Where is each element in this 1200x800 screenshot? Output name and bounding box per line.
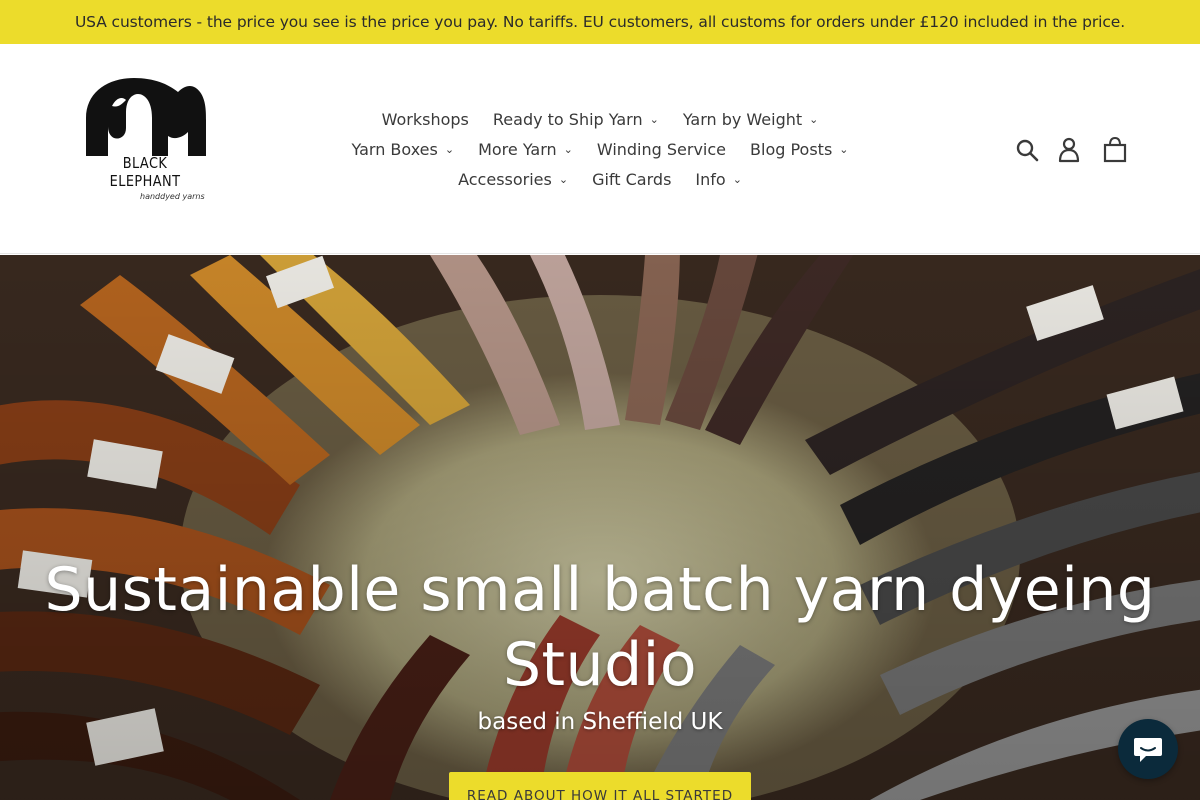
chevron-down-icon: ⌄ xyxy=(444,143,455,156)
header-icons xyxy=(1014,136,1128,164)
nav-item-gift-cards[interactable]: Gift Cards xyxy=(580,170,683,189)
elephant-logo-icon xyxy=(86,78,206,156)
nav-row-3: Accessories ⌄ Gift Cards Info ⌄ xyxy=(340,164,860,194)
nav-item-accessories[interactable]: Accessories ⌄ xyxy=(446,170,580,189)
nav-item-label: Ready to Ship Yarn xyxy=(492,109,643,129)
nav-item-yarn-by-weight[interactable]: Yarn by Weight ⌄ xyxy=(671,110,831,129)
nav-item-ready-to-ship-yarn[interactable]: Ready to Ship Yarn ⌄ xyxy=(481,110,671,129)
nav-item-label: Winding Service xyxy=(596,139,727,159)
main-navigation: Workshops Ready to Ship Yarn ⌄ Yarn by W… xyxy=(340,104,860,194)
nav-item-label: Gift Cards xyxy=(592,169,672,189)
chevron-down-icon: ⌄ xyxy=(563,143,573,156)
site-logo[interactable]: BLACK ELEPHANT handdyed yarns xyxy=(82,78,208,204)
nav-item-label: Blog Posts xyxy=(750,139,833,159)
nav-item-more-yarn[interactable]: More Yarn ⌄ xyxy=(466,140,585,159)
chevron-down-icon: ⌄ xyxy=(839,143,849,156)
logo-tagline: handdyed yarns xyxy=(140,192,205,201)
account-icon[interactable] xyxy=(1056,136,1082,164)
chat-icon xyxy=(1134,738,1162,762)
announcement-text: USA customers - the price you see is the… xyxy=(74,13,1126,31)
cart-icon[interactable] xyxy=(1102,136,1128,164)
chevron-down-icon: ⌄ xyxy=(558,173,569,186)
nav-item-label: Info xyxy=(695,169,726,189)
nav-item-workshops[interactable]: Workshops xyxy=(370,110,481,129)
hero-title: Sustainable small batch yarn dyeing Stud… xyxy=(40,553,1160,703)
nav-row-2: Yarn Boxes ⌄ More Yarn ⌄ Winding Service… xyxy=(340,134,860,164)
search-icon[interactable] xyxy=(1014,136,1040,164)
hero-banner: Sustainable small batch yarn dyeing Stud… xyxy=(0,255,1200,800)
chevron-down-icon: ⌄ xyxy=(649,113,659,126)
nav-item-label: Yarn Boxes xyxy=(351,139,438,159)
logo-wordmark: BLACK ELEPHANT xyxy=(109,154,181,190)
nav-item-winding-service[interactable]: Winding Service xyxy=(585,140,738,159)
nav-row-1: Workshops Ready to Ship Yarn ⌄ Yarn by W… xyxy=(340,104,860,134)
site-header: BLACK ELEPHANT handdyed yarns Workshops … xyxy=(0,44,1200,254)
nav-item-label: More Yarn xyxy=(478,139,557,159)
hero-subtitle: based in Sheffield UK xyxy=(477,709,723,735)
nav-item-yarn-boxes[interactable]: Yarn Boxes ⌄ xyxy=(340,140,467,159)
read-story-button[interactable]: READ ABOUT HOW IT ALL STARTED xyxy=(449,772,751,800)
chevron-down-icon: ⌄ xyxy=(732,173,742,186)
nav-item-label: Accessories xyxy=(458,169,552,189)
nav-item-blog-posts[interactable]: Blog Posts ⌄ xyxy=(738,140,860,159)
nav-item-info[interactable]: Info ⌄ xyxy=(683,170,754,189)
chat-widget-button[interactable] xyxy=(1118,719,1178,779)
nav-item-label: Workshops xyxy=(381,109,469,129)
chevron-down-icon: ⌄ xyxy=(809,113,819,126)
hero-title-line-2: Studio xyxy=(502,630,698,700)
nav-item-label: Yarn by Weight xyxy=(682,109,803,129)
hero-title-line-1: Sustainable small batch yarn dyeing xyxy=(44,555,1156,625)
announcement-bar: USA customers - the price you see is the… xyxy=(0,0,1200,44)
